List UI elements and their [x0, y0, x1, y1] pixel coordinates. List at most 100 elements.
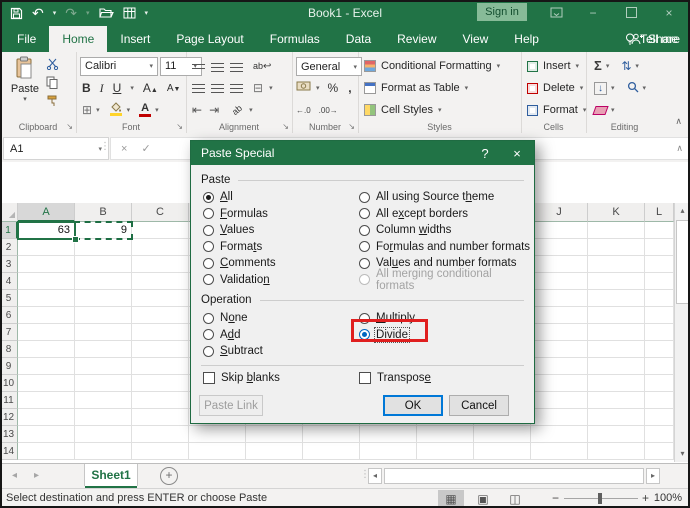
ribbon-tab-formulas[interactable]: Formulas — [257, 26, 333, 52]
radio-formulas-and-number-formats[interactable]: Formulas and number formats — [359, 239, 531, 256]
cell-j11[interactable] — [531, 392, 588, 409]
sign-in-button[interactable]: Sign in — [477, 3, 527, 21]
number-format-select[interactable]: General ▾ — [296, 57, 362, 76]
radio-icon[interactable] — [359, 257, 370, 269]
cell-a12[interactable] — [18, 409, 75, 426]
cell-k12[interactable] — [588, 409, 645, 426]
horizontal-scroll-thumb[interactable] — [384, 468, 644, 484]
cell-f13[interactable] — [303, 426, 360, 443]
cell-h13[interactable] — [417, 426, 474, 443]
clear-icon[interactable] — [592, 105, 609, 115]
radio-subtract[interactable]: Subtract — [203, 343, 353, 360]
cell-b10[interactable] — [75, 375, 132, 392]
cell-c8[interactable] — [132, 341, 189, 358]
ribbon-tab-file[interactable]: File — [4, 26, 49, 52]
font-dialog-launcher-icon[interactable]: ↘ — [176, 123, 183, 131]
align-top-icon[interactable] — [192, 64, 205, 70]
normal-view-button[interactable]: ▦ — [438, 490, 464, 507]
row-header-3[interactable]: 3 — [0, 256, 18, 273]
cell-l3[interactable] — [645, 256, 674, 273]
cell-d13[interactable] — [189, 426, 246, 443]
hscroll-right-icon[interactable]: ▸ — [646, 468, 660, 484]
fill-icon[interactable]: ↓ — [594, 81, 607, 95]
zoom-slider-thumb[interactable] — [598, 493, 602, 504]
cell-j10[interactable] — [531, 375, 588, 392]
font-name-select[interactable]: Calibri ▾ — [80, 56, 158, 76]
cell-k14[interactable] — [588, 443, 645, 460]
cell-a13[interactable] — [18, 426, 75, 443]
align-right-icon[interactable] — [230, 83, 243, 93]
font-color-button[interactable]: A — [139, 102, 152, 117]
cell-b13[interactable] — [75, 426, 132, 443]
accounting-format-icon[interactable] — [296, 81, 311, 95]
radio-all-using-source-theme[interactable]: All using Source theme — [359, 189, 531, 206]
underline-button[interactable]: U — [113, 81, 122, 95]
radio-icon[interactable] — [359, 241, 370, 253]
dialog-close-button[interactable]: × — [502, 141, 532, 165]
cell-c2[interactable] — [132, 239, 189, 256]
cell-b4[interactable] — [75, 273, 132, 290]
cell-a14[interactable] — [18, 443, 75, 460]
cell-b7[interactable] — [75, 324, 132, 341]
alignment-dialog-launcher-icon[interactable]: ↘ — [282, 123, 289, 131]
cell-a7[interactable] — [18, 324, 75, 341]
find-select-icon[interactable] — [627, 81, 639, 96]
row-header-13[interactable]: 13 — [0, 426, 18, 443]
cell-l9[interactable] — [645, 358, 674, 375]
cell-l8[interactable] — [645, 341, 674, 358]
cell-c9[interactable] — [132, 358, 189, 375]
cell-c11[interactable] — [132, 392, 189, 409]
cell-c10[interactable] — [132, 375, 189, 392]
fill-color-button[interactable] — [109, 101, 123, 119]
borders-button[interactable]: ⊞ — [82, 104, 92, 116]
radio-icon[interactable] — [203, 191, 214, 203]
radio-formulas[interactable]: Formulas — [203, 206, 353, 223]
cell-k1[interactable] — [588, 222, 645, 239]
decrease-decimal-icon[interactable]: .00→ — [319, 106, 338, 115]
hscroll-left-icon[interactable]: ◂ — [368, 468, 382, 484]
cell-k11[interactable] — [588, 392, 645, 409]
wrap-text-icon[interactable]: ab ↩ — [253, 61, 271, 73]
sheet-tab-active[interactable]: Sheet1 — [84, 464, 138, 488]
format-painter-icon[interactable] — [46, 94, 59, 110]
vertical-scroll-thumb[interactable] — [676, 220, 689, 304]
ribbon-tab-home[interactable]: Home — [49, 26, 108, 52]
previous-sheet-icon[interactable]: ◂ — [12, 470, 17, 481]
merge-center-icon[interactable]: ⊟ — [253, 82, 263, 94]
cell-k4[interactable] — [588, 273, 645, 290]
cell-j14[interactable] — [531, 443, 588, 460]
radio-icon[interactable] — [359, 208, 370, 220]
cell-f14[interactable] — [303, 443, 360, 460]
cell-b2[interactable] — [75, 239, 132, 256]
zoom-out-button[interactable]: − — [552, 491, 559, 505]
column-header-b[interactable]: B — [75, 203, 132, 222]
close-button[interactable]: × — [658, 3, 680, 22]
name-box[interactable]: A1 ▾ — [3, 137, 109, 160]
cell-k7[interactable] — [588, 324, 645, 341]
cell-c3[interactable] — [132, 256, 189, 273]
increase-indent-icon[interactable]: ⇥ — [209, 104, 219, 116]
row-header-12[interactable]: 12 — [0, 409, 18, 426]
scroll-down-icon[interactable]: ▾ — [675, 446, 690, 462]
cell-b12[interactable] — [75, 409, 132, 426]
cells-delete-button[interactable]: Delete ▾ — [527, 79, 583, 97]
ok-button[interactable]: OK — [383, 395, 443, 416]
radio-values[interactable]: Values — [203, 222, 353, 239]
bold-button[interactable]: B — [82, 81, 91, 95]
percent-style-button[interactable]: % — [328, 81, 339, 95]
zoom-in-button[interactable]: + — [642, 491, 649, 505]
enter-icon[interactable]: ✓ — [141, 142, 150, 155]
cell-b6[interactable] — [75, 307, 132, 324]
ribbon-tab-data[interactable]: Data — [333, 26, 384, 52]
autosum-icon[interactable]: Σ — [594, 59, 602, 72]
radio-icon[interactable] — [359, 191, 370, 203]
cell-k3[interactable] — [588, 256, 645, 273]
cell-l14[interactable] — [645, 443, 674, 460]
cell-k8[interactable] — [588, 341, 645, 358]
cell-e13[interactable] — [246, 426, 303, 443]
dialog-help-button[interactable]: ? — [470, 141, 500, 165]
cell-b3[interactable] — [75, 256, 132, 273]
cell-a9[interactable] — [18, 358, 75, 375]
row-header-6[interactable]: 6 — [0, 307, 18, 324]
cell-l1[interactable] — [645, 222, 674, 239]
